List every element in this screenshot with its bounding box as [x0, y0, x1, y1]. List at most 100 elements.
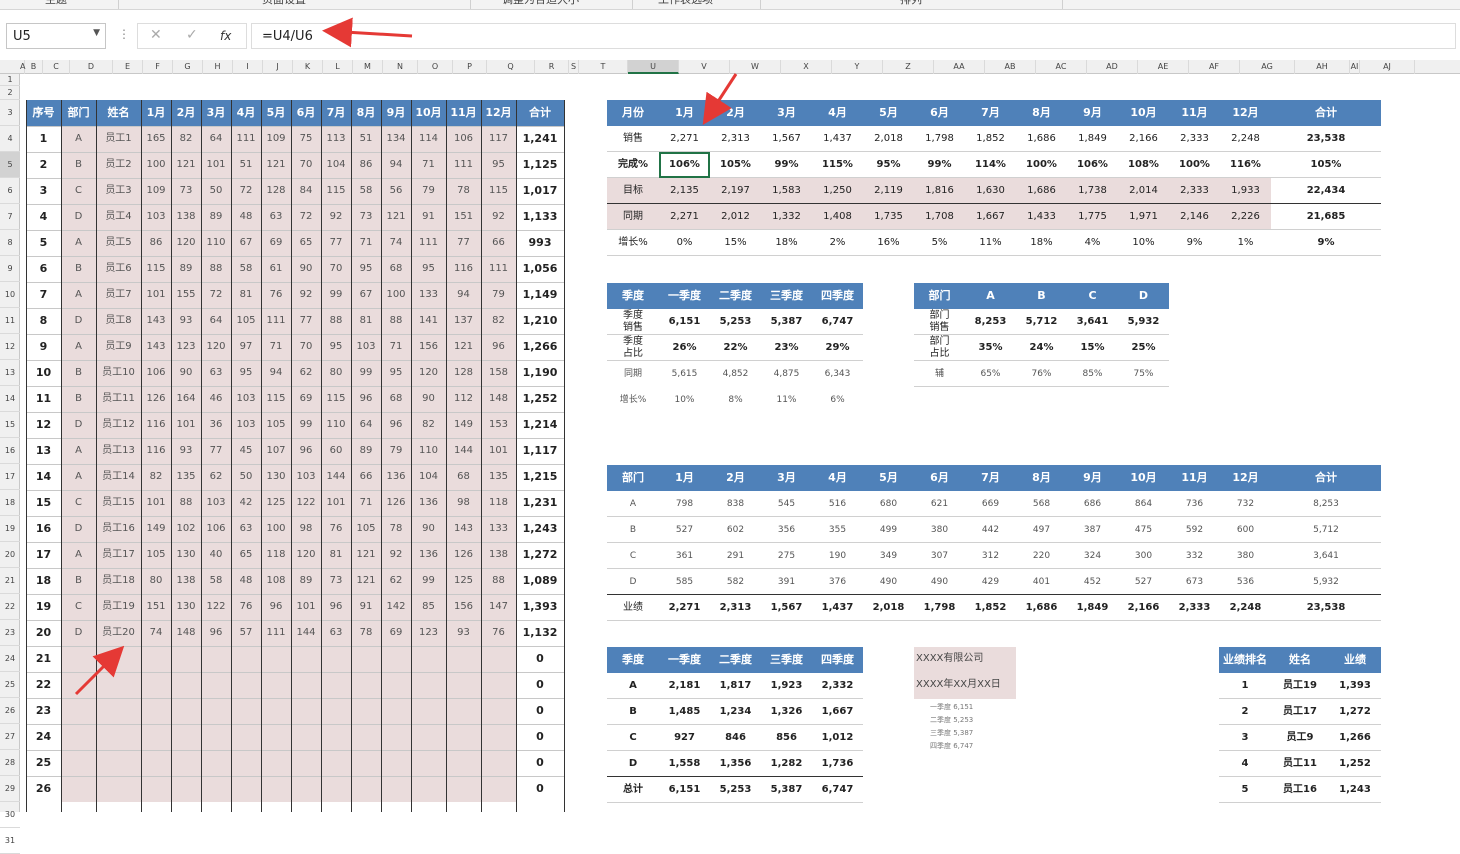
table-cell[interactable]: 1,437 — [812, 126, 863, 152]
table-cell[interactable] — [171, 776, 201, 802]
table-cell[interactable]: 121 — [351, 568, 381, 594]
table-cell[interactable]: 29% — [812, 335, 863, 361]
table-cell[interactable]: 2,248 — [1220, 126, 1271, 152]
table-cell[interactable]: 101 — [201, 152, 231, 178]
table-cell[interactable] — [446, 724, 481, 750]
table-cell[interactable]: 300 — [1118, 543, 1169, 569]
table-cell[interactable]: 50 — [201, 178, 231, 204]
table-cell[interactable]: 118 — [261, 542, 291, 568]
table-cell[interactable]: 109 — [141, 178, 171, 204]
table-cell[interactable]: 1,567 — [761, 126, 812, 152]
table-cell[interactable]: 99 — [291, 412, 321, 438]
table-cell[interactable]: 25 — [26, 750, 61, 776]
table-cell[interactable]: 307 — [914, 543, 965, 569]
table-cell[interactable]: 增长% — [607, 387, 659, 413]
employee-name-cell[interactable]: 员工4 — [96, 204, 141, 230]
table-cell[interactable]: 73 — [351, 204, 381, 230]
table-cell[interactable]: 员工16 — [1271, 777, 1329, 803]
table-cell[interactable]: 68 — [381, 386, 411, 412]
table-cell[interactable] — [321, 672, 351, 698]
table-cell[interactable]: 101 — [321, 490, 351, 516]
table-cell[interactable]: 117 — [481, 126, 516, 152]
table-cell[interactable]: 90 — [171, 360, 201, 386]
table-cell[interactable]: 6,151 — [659, 309, 710, 335]
table-cell[interactable]: A — [61, 464, 96, 490]
table-cell[interactable]: 22,434 — [1271, 178, 1381, 204]
table-cell[interactable]: 88 — [321, 308, 351, 334]
table-cell[interactable]: 490 — [863, 569, 914, 595]
table-cell[interactable]: 91 — [351, 594, 381, 620]
table-cell[interactable]: 15 — [26, 490, 61, 516]
table-cell[interactable]: B — [607, 699, 659, 725]
table-cell[interactable] — [141, 698, 171, 724]
employee-name-cell[interactable] — [96, 698, 141, 724]
table-cell[interactable]: 79 — [411, 178, 446, 204]
table-cell[interactable]: 6 — [26, 256, 61, 282]
table-cell[interactable]: 78 — [446, 178, 481, 204]
table-cell[interactable] — [171, 672, 201, 698]
table-cell[interactable]: 93 — [171, 438, 201, 464]
employee-name-cell[interactable] — [96, 750, 141, 776]
table-cell[interactable]: 0 — [516, 646, 564, 672]
table-cell[interactable]: 5,712 — [1271, 517, 1381, 543]
table-cell[interactable]: 100 — [381, 282, 411, 308]
table-cell[interactable]: 1,243 — [1329, 777, 1381, 803]
table-cell[interactable]: B — [61, 256, 96, 282]
table-cell[interactable]: 同期 — [607, 361, 659, 387]
employee-name-cell[interactable]: 员工8 — [96, 308, 141, 334]
table-cell[interactable]: 120 — [171, 230, 201, 256]
table-cell[interactable]: 2,313 — [710, 595, 761, 621]
table-cell[interactable] — [171, 698, 201, 724]
table-cell[interactable]: 1,393 — [1329, 673, 1381, 699]
table-cell[interactable] — [231, 776, 261, 802]
table-cell[interactable]: 辅 — [914, 361, 965, 387]
table-cell[interactable]: A — [607, 673, 659, 699]
table-cell[interactable]: 104 — [321, 152, 351, 178]
table-cell[interactable]: 1,817 — [710, 673, 761, 699]
table-cell[interactable] — [291, 672, 321, 698]
table-cell[interactable]: 22 — [26, 672, 61, 698]
table-cell[interactable]: 82 — [141, 464, 171, 490]
table-cell[interactable]: 125 — [261, 490, 291, 516]
table-cell[interactable]: 111 — [231, 126, 261, 152]
table-cell[interactable]: 88 — [481, 568, 516, 594]
table-cell[interactable]: 568 — [1016, 491, 1067, 517]
table-cell[interactable]: 4,875 — [761, 361, 812, 387]
employee-name-cell[interactable]: 员工14 — [96, 464, 141, 490]
table-cell[interactable] — [261, 724, 291, 750]
table-cell[interactable]: 114 — [411, 126, 446, 152]
table-cell[interactable]: 50 — [231, 464, 261, 490]
table-cell[interactable]: 1,266 — [516, 334, 564, 360]
table-cell[interactable]: 90 — [411, 516, 446, 542]
table-cell[interactable]: 71 — [351, 230, 381, 256]
table-cell[interactable]: 1,132 — [516, 620, 564, 646]
employee-name-cell[interactable]: 员工9 — [96, 334, 141, 360]
table-cell[interactable]: 1,149 — [516, 282, 564, 308]
employee-name-cell[interactable] — [96, 672, 141, 698]
table-cell[interactable]: 143 — [446, 516, 481, 542]
table-cell[interactable]: 92 — [481, 204, 516, 230]
table-cell[interactable]: 114% — [965, 152, 1016, 178]
table-cell[interactable]: 1,234 — [710, 699, 761, 725]
table-cell[interactable]: 1,775 — [1067, 204, 1118, 230]
table-cell[interactable]: 1,266 — [1329, 725, 1381, 751]
table-cell[interactable]: D — [607, 751, 659, 777]
table-cell[interactable]: 1,849 — [1067, 126, 1118, 152]
table-cell[interactable]: 1 — [1219, 673, 1271, 699]
table-cell[interactable] — [351, 698, 381, 724]
employee-name-cell[interactable]: 员工16 — [96, 516, 141, 542]
table-cell[interactable]: 101 — [141, 490, 171, 516]
table-cell[interactable] — [231, 672, 261, 698]
table-cell[interactable]: 员工17 — [1271, 699, 1329, 725]
table-cell[interactable] — [201, 672, 231, 698]
table-cell[interactable] — [381, 672, 411, 698]
table-cell[interactable]: 96 — [291, 438, 321, 464]
table-cell[interactable]: 80 — [141, 568, 171, 594]
table-cell[interactable]: 355 — [812, 517, 863, 543]
table-cell[interactable]: 99 — [351, 360, 381, 386]
table-cell[interactable]: 67 — [231, 230, 261, 256]
table-cell[interactable]: 442 — [965, 517, 1016, 543]
table-cell[interactable]: 332 — [1169, 543, 1220, 569]
table-cell[interactable]: 1,241 — [516, 126, 564, 152]
table-cell[interactable]: 85% — [1067, 361, 1118, 387]
